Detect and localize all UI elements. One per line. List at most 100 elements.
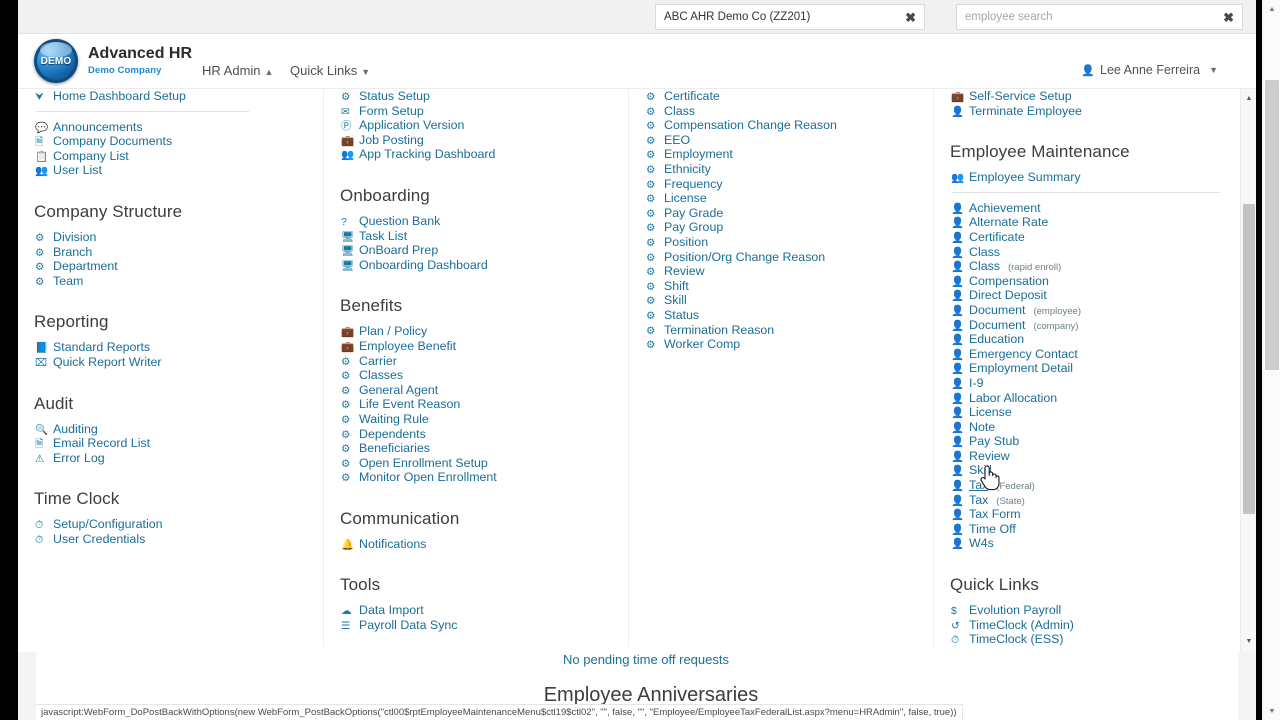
menu-item-class[interactable]: 👤 Class (rapid enroll) xyxy=(950,259,1224,274)
menu-item-skill[interactable]: 👤 Skill xyxy=(950,463,1224,478)
menu-item-emergency-contact[interactable]: 👤 Emergency Contact xyxy=(950,347,1224,362)
menu-item-notifications[interactable]: 🔔 Notifications xyxy=(340,537,614,552)
menu-item-tax-form[interactable]: 👤 Tax Form xyxy=(950,507,1224,522)
menu-item-general-agent[interactable]: ⚙ General Agent xyxy=(340,383,614,398)
menu-item-class[interactable]: 👤 Class xyxy=(950,245,1224,260)
menu-item-compensation[interactable]: 👤 Compensation xyxy=(950,274,1224,289)
menu-item-employment-detail[interactable]: 👤 Employment Detail xyxy=(950,361,1224,376)
menu-item-position[interactable]: ⚙ Position xyxy=(645,235,919,250)
menu-item-setup-configuration[interactable]: ⏱ Setup/Configuration xyxy=(34,517,309,532)
menu-item-achievement[interactable]: 👤 Achievement xyxy=(950,201,1224,216)
menu-item-application-version[interactable]: Ⓟ Application Version xyxy=(340,118,614,133)
page-scroll-up-arrow[interactable]: ▲ xyxy=(1263,1,1280,17)
menu-item-question-bank[interactable]: ? Question Bank xyxy=(340,214,614,229)
menu-item-w4s[interactable]: 👤 W4s xyxy=(950,536,1224,551)
menu-item-termination-reason[interactable]: ⚙ Termination Reason xyxy=(645,323,919,338)
menu-item-company-list[interactable]: 📋 Company List xyxy=(34,149,309,164)
menu-item-email-record-list[interactable]: 🗎 Email Record List xyxy=(34,436,309,451)
menu-item-shift[interactable]: ⚙ Shift xyxy=(645,279,919,294)
menu-item-self-service-setup[interactable]: 💼 Self-Service Setup xyxy=(950,89,1224,104)
menu-item-time-off[interactable]: 👤 Time Off xyxy=(950,522,1224,537)
menu-scroll-thumb[interactable] xyxy=(1243,204,1255,514)
employee-search-input[interactable]: employee search ✖ xyxy=(956,4,1243,30)
page-scroll-thumb[interactable] xyxy=(1265,80,1279,370)
menu-item-task-list[interactable]: 🖥 Task List xyxy=(340,229,614,244)
menu-item-license[interactable]: 👤 License xyxy=(950,405,1224,420)
menu-item-branch[interactable]: ⚙ Branch xyxy=(34,245,309,260)
menu-item-review[interactable]: 👤 Review xyxy=(950,449,1224,464)
company-search-clear-icon[interactable]: ✖ xyxy=(899,11,916,24)
page-scroll-down-arrow[interactable]: ▼ xyxy=(1263,703,1280,719)
menu-item-document[interactable]: 👤 Document (employee) xyxy=(950,303,1224,318)
menu-item-document[interactable]: 👤 Document (company) xyxy=(950,318,1224,333)
menu-item-labor-allocation[interactable]: 👤 Labor Allocation xyxy=(950,391,1224,406)
menu-item-data-import[interactable]: ☁ Data Import xyxy=(340,603,614,618)
menu-item-license[interactable]: ⚙ License xyxy=(645,191,919,206)
menu-item-position-org-change-reason[interactable]: ⚙ Position/Org Change Reason xyxy=(645,250,919,265)
menu-item-employment[interactable]: ⚙ Employment xyxy=(645,147,919,162)
menu-item-department[interactable]: ⚙ Department xyxy=(34,259,309,274)
menu-item-user-credentials[interactable]: ⏱ User Credentials xyxy=(34,532,309,547)
company-search-input[interactable]: ABC AHR Demo Co (ZZ201) ✖ xyxy=(655,4,925,30)
menu-item-app-tracking-dashboard[interactable]: 👥 App Tracking Dashboard xyxy=(340,147,614,162)
menu-item-onboard-prep[interactable]: 🖥 OnBoard Prep xyxy=(340,243,614,258)
menu-item-pay-stub[interactable]: 👤 Pay Stub xyxy=(950,434,1224,449)
nav-quick-links[interactable]: Quick Links ▼ xyxy=(290,63,370,78)
menu-scrollbar[interactable]: ▲ ▼ xyxy=(1240,89,1256,652)
menu-item-user-list[interactable]: 👥 User List xyxy=(34,163,309,178)
menu-item-frequency[interactable]: ⚙ Frequency xyxy=(645,177,919,192)
menu-item-beneficiaries[interactable]: ⚙ Beneficiaries xyxy=(340,441,614,456)
menu-item-compensation-change-reason[interactable]: ⚙ Compensation Change Reason xyxy=(645,118,919,133)
menu-item-monitor-open-enrollment[interactable]: ⚙ Monitor Open Enrollment xyxy=(340,470,614,485)
brand[interactable]: DEMO Advanced HR Demo Company xyxy=(34,39,192,83)
menu-scroll-down-arrow[interactable]: ▼ xyxy=(1241,634,1256,649)
menu-item-quick-report-writer[interactable]: ⌧ Quick Report Writer xyxy=(34,355,309,370)
menu-item-employee-summary[interactable]: 👥 Employee Summary xyxy=(950,170,1224,185)
menu-item-skill[interactable]: ⚙ Skill xyxy=(645,293,919,308)
menu-item-waiting-rule[interactable]: ⚙ Waiting Rule xyxy=(340,412,614,427)
menu-item-announcements[interactable]: 💬 Announcements xyxy=(34,120,309,135)
menu-item-direct-deposit[interactable]: 👤 Direct Deposit xyxy=(950,288,1224,303)
menu-item-status-setup[interactable]: ⚙ Status Setup xyxy=(340,89,614,104)
menu-item-tax[interactable]: 👤 Tax (Federal) xyxy=(950,478,1224,493)
menu-item-certificate[interactable]: ⚙ Certificate xyxy=(645,89,919,104)
menu-item-standard-reports[interactable]: 📘 Standard Reports xyxy=(34,340,309,355)
menu-item-division[interactable]: ⚙ Division xyxy=(34,230,309,245)
menu-item-open-enrollment-setup[interactable]: ⚙ Open Enrollment Setup xyxy=(340,456,614,471)
menu-item-worker-comp[interactable]: ⚙ Worker Comp xyxy=(645,337,919,352)
menu-item-review[interactable]: ⚙ Review xyxy=(645,264,919,279)
menu-item-error-log[interactable]: ⚠ Error Log xyxy=(34,451,309,466)
menu-item-education[interactable]: 👤 Education xyxy=(950,332,1224,347)
menu-item-company-documents[interactable]: 🗎 Company Documents xyxy=(34,134,309,149)
menu-item-home-dashboard-setup[interactable]: ⮟ Home Dashboard Setup xyxy=(34,89,309,104)
menu-item-onboarding-dashboard[interactable]: 🖥 Onboarding Dashboard xyxy=(340,258,614,273)
menu-item-timeclock-ess[interactable]: ⏱ TimeClock (ESS) xyxy=(950,632,1224,647)
menu-item-terminate-employee[interactable]: 👤 Terminate Employee xyxy=(950,104,1224,119)
menu-item-employee-benefit[interactable]: 💼 Employee Benefit xyxy=(340,339,614,354)
menu-item-classes[interactable]: ⚙ Classes xyxy=(340,368,614,383)
menu-item-ethnicity[interactable]: ⚙ Ethnicity xyxy=(645,162,919,177)
menu-item-job-posting[interactable]: 💼 Job Posting xyxy=(340,133,614,148)
menu-item-payroll-data-sync[interactable]: ☰ Payroll Data Sync xyxy=(340,618,614,633)
menu-item-auditing[interactable]: 🔍 Auditing xyxy=(34,422,309,437)
menu-item-i-9[interactable]: 👤 I-9 xyxy=(950,376,1224,391)
menu-item-eeo[interactable]: ⚙ EEO xyxy=(645,133,919,148)
menu-item-carrier[interactable]: ⚙ Carrier xyxy=(340,354,614,369)
menu-item-form-setup[interactable]: ✉ Form Setup xyxy=(340,104,614,119)
menu-item-pay-group[interactable]: ⚙ Pay Group xyxy=(645,220,919,235)
menu-scroll-up-arrow[interactable]: ▲ xyxy=(1241,91,1256,106)
menu-item-pay-grade[interactable]: ⚙ Pay Grade xyxy=(645,206,919,221)
menu-item-evolution-payroll[interactable]: $ Evolution Payroll xyxy=(950,603,1224,618)
employee-search-clear-icon[interactable]: ✖ xyxy=(1217,11,1234,24)
menu-item-team[interactable]: ⚙ Team xyxy=(34,274,309,289)
menu-item-status[interactable]: ⚙ Status xyxy=(645,308,919,323)
menu-item-note[interactable]: 👤 Note xyxy=(950,420,1224,435)
nav-hr-admin[interactable]: HR Admin ▲ xyxy=(202,63,273,78)
menu-item-timeclock-admin[interactable]: ↺ TimeClock (Admin) xyxy=(950,618,1224,633)
menu-item-tax[interactable]: 👤 Tax (State) xyxy=(950,493,1224,508)
menu-item-life-event-reason[interactable]: ⚙ Life Event Reason xyxy=(340,397,614,412)
user-menu[interactable]: 👤 Lee Anne Ferreira ▼ xyxy=(1081,63,1218,77)
page-scrollbar[interactable]: ▲ ▼ xyxy=(1262,0,1280,720)
menu-item-plan-policy[interactable]: 💼 Plan / Policy xyxy=(340,324,614,339)
menu-item-alternate-rate[interactable]: 👤 Alternate Rate xyxy=(950,215,1224,230)
